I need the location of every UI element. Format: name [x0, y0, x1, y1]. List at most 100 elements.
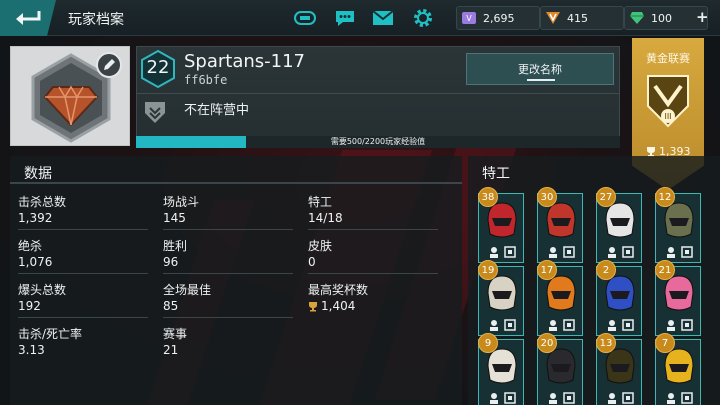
agent-class-icon	[548, 320, 557, 331]
agent-card-footer	[479, 388, 523, 405]
stat-divider	[163, 229, 293, 230]
xp-progress-bar: 需要500/2200玩家经验值	[136, 136, 620, 148]
stat-label: 击杀/死亡率	[18, 327, 83, 341]
stats-title-underline	[10, 182, 462, 184]
chat-icon[interactable]	[332, 6, 358, 30]
stat-agents: 特工 14/18	[308, 194, 448, 226]
league-rank: III	[664, 112, 671, 121]
agent-level-badge: 27	[596, 187, 616, 207]
gems-value: 100	[651, 11, 672, 25]
agent-class-icon	[607, 393, 616, 404]
stat-label: 赛事	[163, 327, 188, 341]
currency-credits[interactable]: 415	[540, 6, 624, 30]
stat-executions: 绝杀 1,076	[18, 238, 158, 270]
stat-headshots: 爆头总数 192	[18, 282, 158, 314]
stat-value: 85	[163, 299, 179, 313]
svg-text:V: V	[466, 14, 472, 23]
agent-level-badge: 7	[655, 333, 675, 353]
agent-card-footer	[538, 388, 582, 405]
settings-gear-icon[interactable]	[410, 6, 436, 30]
stat-label: 特工	[308, 195, 333, 209]
back-arrow-icon	[16, 11, 41, 25]
agent-class-icon	[607, 320, 616, 331]
agent-card-footer	[479, 315, 523, 335]
stat-label: 最高奖杯数	[308, 283, 369, 297]
agent-role-icon	[562, 392, 575, 404]
stat-value: 14/18	[308, 211, 343, 225]
rename-button-label: 更改名称	[518, 63, 562, 76]
stat-divider	[18, 273, 148, 274]
back-button[interactable]	[0, 0, 56, 36]
agent-class-icon	[548, 393, 557, 404]
agent-role-icon	[621, 319, 634, 331]
stat-label: 绝杀	[18, 239, 43, 253]
vip-icon: V	[461, 10, 477, 26]
stat-divider	[18, 229, 148, 230]
agent-class-icon	[666, 247, 675, 258]
stat-label: 全场最佳	[163, 283, 212, 297]
rename-button[interactable]: 更改名称	[466, 53, 614, 85]
stat-divider	[163, 273, 293, 274]
league-rank-badge-icon: III	[647, 75, 689, 128]
stat-label: 胜利	[163, 239, 188, 253]
currency-vip-points[interactable]: V 2,695	[456, 6, 540, 30]
agent-card-footer	[538, 242, 582, 262]
agent-role-icon	[562, 319, 575, 331]
credits-value: 415	[567, 11, 588, 25]
stat-value: 192	[18, 299, 41, 313]
trophy-icon	[309, 301, 317, 311]
mail-icon[interactable]	[370, 6, 396, 30]
faction-status: 不在阵营中	[184, 103, 250, 118]
add-currency-button[interactable]: +	[696, 8, 709, 26]
stat-kd-ratio: 击杀/死亡率 3.13	[18, 326, 158, 358]
stat-value: 96	[163, 255, 179, 269]
stat-label: 场战斗	[163, 195, 200, 209]
agent-class-icon	[666, 320, 675, 331]
stat-label: 击杀总数	[18, 195, 67, 209]
stat-total-kills: 击杀总数 1,392	[18, 194, 158, 226]
agent-role-icon	[680, 319, 693, 331]
agent-card-footer	[597, 242, 641, 262]
agent-class-icon	[489, 393, 498, 404]
edit-emblem-button[interactable]	[96, 52, 122, 78]
stat-value: 0	[308, 255, 316, 269]
stat-value-row: 1,404	[308, 298, 448, 314]
pencil-icon	[104, 59, 115, 70]
vip-points-value: 2,695	[483, 11, 515, 25]
agent-card-footer	[479, 242, 523, 262]
agent-card-footer	[597, 388, 641, 405]
agent-card-footer	[597, 315, 641, 335]
agent-role-icon	[621, 246, 634, 258]
stat-wins: 胜利 96	[163, 238, 303, 270]
agent-role-icon	[503, 246, 516, 258]
game-controller-icon[interactable]	[292, 6, 318, 30]
xp-progress-text: 需要500/2200玩家经验值	[330, 137, 426, 146]
agent-level-badge: 30	[537, 187, 557, 207]
credits-icon	[545, 10, 561, 26]
top-bar: 玩家档案 V 2,695 415 100 +	[0, 0, 720, 36]
agent-role-icon	[562, 246, 575, 258]
agent-class-icon	[548, 247, 557, 258]
gem-icon	[629, 10, 645, 26]
agents-title: 特工	[482, 166, 510, 182]
stats-title: 数据	[24, 166, 52, 182]
stat-value: 21	[163, 343, 179, 357]
agent-class-icon	[666, 393, 675, 404]
agent-role-icon	[680, 246, 693, 258]
stat-events: 赛事 21	[163, 326, 303, 358]
stat-value: 145	[163, 211, 186, 225]
stat-value: 1,404	[321, 299, 356, 313]
agent-card-footer	[656, 315, 700, 335]
agent-level-badge: 17	[537, 260, 557, 280]
agent-class-icon	[607, 247, 616, 258]
league-name: 黄金联赛	[646, 52, 690, 65]
agent-level-badge: 38	[478, 187, 498, 207]
stat-value: 3.13	[18, 343, 45, 357]
agent-role-icon	[621, 392, 634, 404]
agent-card-footer	[538, 315, 582, 335]
agent-level-badge: 21	[655, 260, 675, 280]
stat-divider	[163, 317, 293, 318]
stat-label: 皮肤	[308, 239, 333, 253]
stat-divider	[308, 229, 438, 230]
player-name: Spartans-117	[184, 51, 306, 72]
